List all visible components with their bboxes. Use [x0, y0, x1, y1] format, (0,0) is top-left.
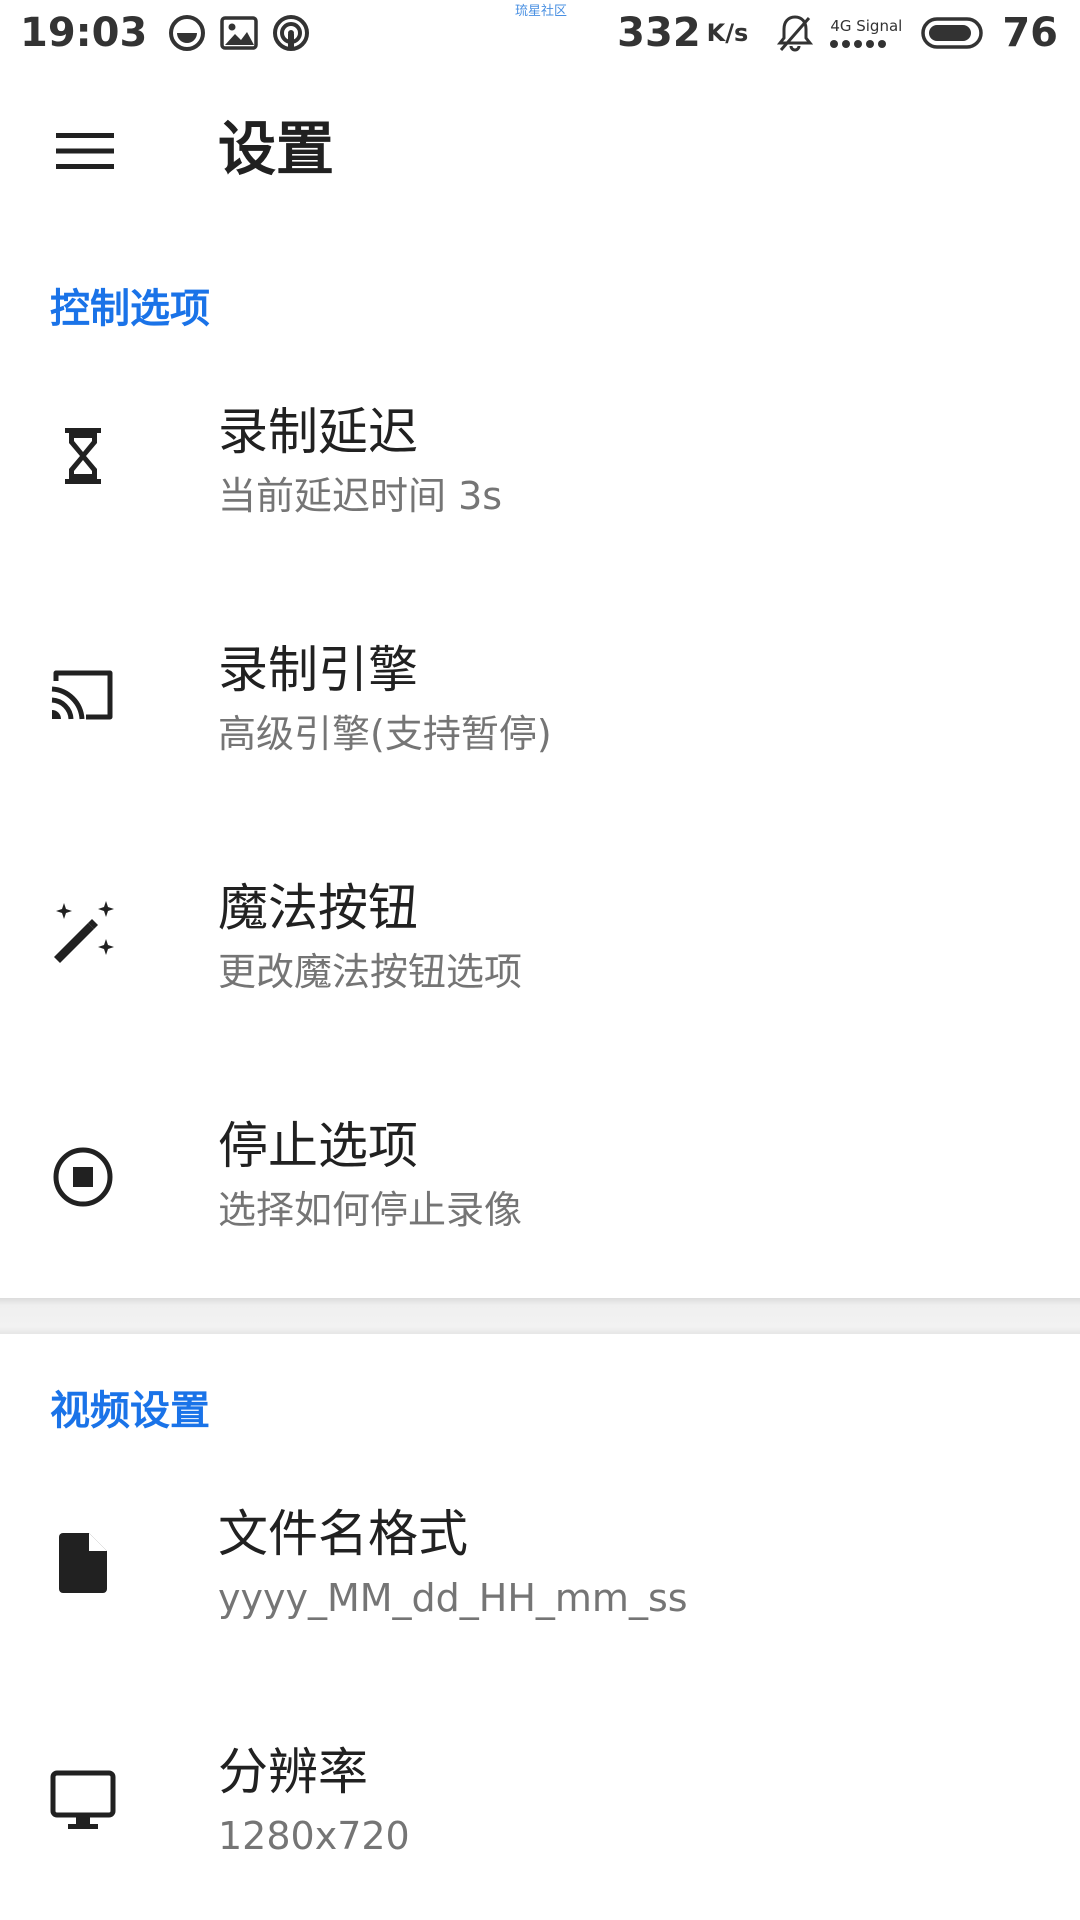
bell-off-icon [777, 14, 814, 52]
pref-item-filename-format[interactable]: 文件名格式 yyyy_MM_dd_HH_mm_ss [0, 1448, 1080, 1686]
cellular-signal-icon: 4G Signal [830, 18, 902, 48]
pref-item-resolution[interactable]: 分辨率 1280x720 [0, 1686, 1080, 1920]
network-speed: 332 [617, 10, 701, 56]
signal-strength-dots [830, 40, 887, 48]
hourglass-icon [50, 423, 116, 489]
app-toolbar: 设置 [0, 66, 1080, 236]
pref-title: 分辨率 [218, 1743, 368, 1801]
file-icon [50, 1530, 116, 1596]
pref-title: 录制引擎 [218, 641, 418, 699]
pref-item-stop-options[interactable]: 停止选项 选择如何停止录像 [0, 1060, 1080, 1298]
monitor-icon [50, 1768, 116, 1834]
pref-summary: 当前延迟时间 3s [218, 474, 503, 518]
status-bar: 19:03 琉星社区 332 K/s 4G Signal 76 [0, 0, 1080, 66]
pref-item-record-delay[interactable]: 录制延迟 当前延迟时间 3s [0, 346, 1080, 584]
pref-summary: 1280x720 [218, 1814, 410, 1858]
section-header-video: 视频设置 [50, 1388, 210, 1434]
stop-circle-icon [50, 1144, 116, 1210]
hamburger-menu-icon[interactable] [30, 96, 140, 206]
signal-label: 4G Signal [830, 17, 903, 35]
gallery-notification-icon [220, 16, 259, 50]
pref-title: 录制延迟 [218, 403, 418, 461]
pref-summary: yyyy_MM_dd_HH_mm_ss [218, 1576, 688, 1620]
status-time: 19:03 [20, 10, 148, 56]
pref-title: 魔法按钮 [218, 879, 418, 937]
status-bar-left: 19:03 [20, 10, 317, 56]
battery-level: 76 [1002, 10, 1058, 56]
cast-icon [50, 662, 116, 728]
settings-screen: 19:03 琉星社区 332 K/s 4G Signal 76 设置 控制选项 … [0, 0, 1080, 1920]
pref-title: 文件名格式 [218, 1505, 468, 1563]
section-header-control: 控制选项 [50, 286, 210, 332]
pref-item-record-engine[interactable]: 录制引擎 高级引擎(支持暂停) [0, 584, 1080, 822]
status-bar-right: 332 K/s 4G Signal 76 [617, 10, 1058, 56]
pref-title: 停止选项 [218, 1117, 418, 1175]
section-divider [0, 1298, 1080, 1334]
magic-wand-icon [50, 899, 116, 965]
pref-summary: 更改魔法按钮选项 [218, 950, 523, 994]
pref-summary: 选择如何停止录像 [218, 1188, 523, 1232]
battery-icon [921, 17, 984, 49]
watermark: 琉星社区 [515, 4, 568, 19]
app-notification-icon [168, 14, 206, 52]
page-title: 设置 [218, 115, 335, 183]
network-speed-unit: K/s [706, 19, 749, 47]
pref-summary: 高级引擎(支持暂停) [218, 712, 552, 756]
hotspot-icon [272, 14, 310, 52]
pref-item-magic-button[interactable]: 魔法按钮 更改魔法按钮选项 [0, 822, 1080, 1060]
